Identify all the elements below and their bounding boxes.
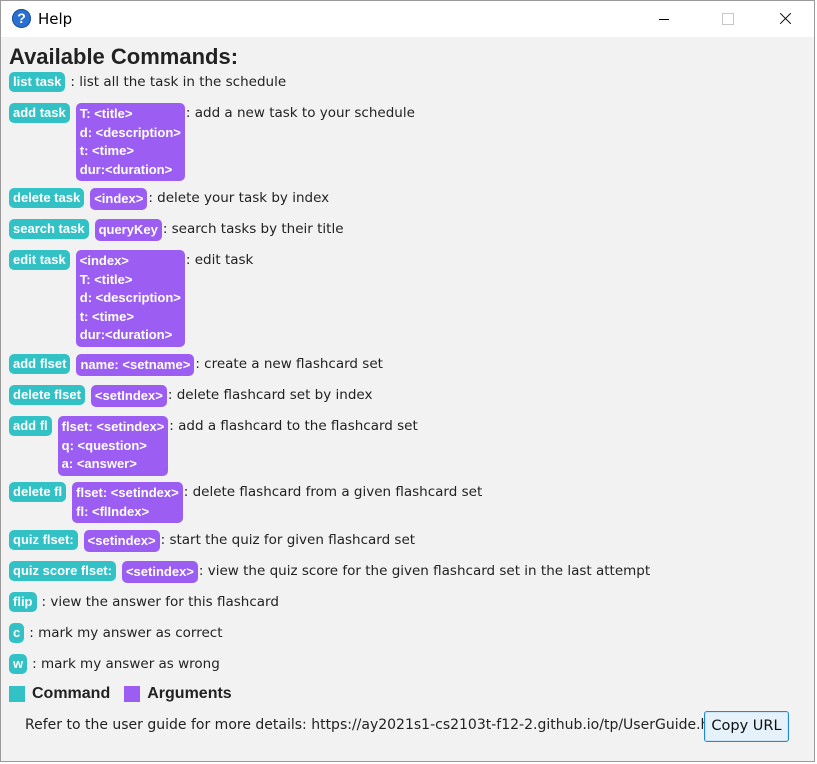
argument-line: fl: <flIndex> — [76, 503, 150, 519]
help-app-icon: ? — [12, 9, 31, 28]
legend-command-label: Command — [32, 685, 111, 702]
arguments-badge: <index> T: <title> d: <description> t: <… — [75, 250, 185, 347]
arguments-badge: flset: <setindex> fl: <flIndex> — [72, 482, 183, 523]
legend-arguments-label: Arguments — [147, 685, 232, 702]
command-row-w: w : mark my answer as wrong — [9, 654, 220, 674]
command-description: : edit task — [185, 252, 254, 268]
command-badge: delete task — [9, 188, 85, 208]
command-swatch — [9, 686, 25, 702]
command-badge: add flset — [9, 354, 71, 374]
arguments-badge: name: <setname> — [76, 354, 195, 376]
command-row-search-task: search task queryKey : search tasks by t… — [9, 219, 344, 241]
command-badge: edit task — [9, 250, 70, 270]
command-badge: delete fl — [9, 482, 67, 502]
command-description: : list all the task in the schedule — [70, 74, 287, 90]
argument-line: T: <title> — [79, 106, 133, 121]
argument-line: d: <description> — [79, 290, 181, 305]
close-icon[interactable] — [763, 1, 809, 37]
command-row-add-fl: add fl flset: <setindex> q: <question> a… — [9, 416, 418, 476]
command-row-delete-flset: delete flset <setIndex> : delete flashca… — [9, 385, 372, 407]
command-description: : search tasks by their title — [162, 221, 344, 237]
argument-line: T: <title> — [79, 271, 133, 287]
command-badge: flip — [9, 592, 37, 612]
command-badge: quiz flset: — [9, 530, 78, 550]
command-badge: quiz score flset: — [9, 561, 116, 581]
command-row-c: c : mark my answer as correct — [9, 623, 223, 643]
command-badge: list task — [9, 72, 66, 92]
argument-line: t: <time> — [79, 308, 134, 324]
command-description: : mark my answer as wrong — [32, 656, 220, 672]
arguments-badge: T: <title> d: <description> t: <time> du… — [75, 103, 185, 181]
command-description: : delete your task by index — [148, 190, 330, 206]
command-description: : create a new flashcard set — [195, 356, 383, 372]
user-guide-text: Refer to the user guide for more details… — [25, 717, 733, 733]
arguments-badge: <setindex> — [121, 561, 198, 583]
command-description: : view the quiz score for the given flas… — [198, 563, 651, 579]
arguments-badge: <setindex> — [83, 530, 160, 552]
argument-line: dur:<duration> — [79, 161, 173, 177]
command-description: : add a flashcard to the flashcard set — [169, 418, 418, 434]
title-bar[interactable]: ? Help — [1, 1, 814, 37]
legend: Command Arguments — [9, 685, 232, 703]
page-title: Available Commands: — [9, 44, 239, 69]
minimize-icon[interactable] — [641, 1, 687, 37]
command-badge: add fl — [9, 416, 52, 436]
argument-line: dur:<duration> — [79, 327, 173, 342]
command-row-quiz-score-flset: quiz score flset: <setindex> : view the … — [9, 561, 650, 583]
command-row-add-task: add task T: <title> d: <description> t: … — [9, 103, 415, 181]
arguments-badge: <setIndex> — [90, 385, 167, 407]
arguments-badge: queryKey — [94, 219, 162, 241]
command-description: : view the answer for this flashcard — [41, 594, 279, 610]
argument-line: flset: <setindex> — [61, 419, 165, 434]
command-row-delete-fl: delete fl flset: <setindex> fl: <flIndex… — [9, 482, 482, 523]
command-row-flip: flip : view the answer for this flashcar… — [9, 592, 279, 612]
command-row-delete-task: delete task <index> : delete your task b… — [9, 188, 329, 210]
copy-url-button[interactable]: Copy URL — [704, 711, 789, 742]
command-badge: w — [9, 654, 28, 674]
command-row-list-task: list task : list all the task in the sch… — [9, 72, 286, 92]
help-window: ? Help Available Commands: list task : l… — [0, 0, 815, 762]
command-badge: delete flset — [9, 385, 85, 405]
argument-line: a: <answer> — [61, 456, 137, 471]
argument-line: flset: <setindex> — [76, 485, 179, 500]
argument-line: <index> — [79, 253, 129, 268]
command-description: : delete flashcard from a given flashcar… — [183, 484, 483, 500]
argument-line: q: <question> — [61, 437, 147, 453]
command-description: : start the quiz for given flashcard set — [160, 532, 416, 548]
argument-line: d: <description> — [79, 124, 181, 140]
arguments-badge: flset: <setindex> q: <question> a: <answ… — [57, 416, 169, 476]
command-badge: c — [9, 623, 25, 643]
command-badge: search task — [9, 219, 89, 239]
argument-line: t: <time> — [79, 143, 134, 158]
arguments-swatch — [124, 686, 141, 702]
command-row-edit-task: edit task <index> T: <title> d: <descrip… — [9, 250, 253, 347]
command-badge: add task — [9, 103, 70, 123]
command-description: : add a new task to your schedule — [185, 105, 415, 121]
command-description: : mark my answer as correct — [29, 625, 223, 641]
maximize-icon[interactable] — [704, 1, 750, 37]
command-description: : delete flashcard set by index — [167, 387, 373, 403]
window-title: Help — [38, 10, 73, 28]
arguments-badge: <index> — [90, 188, 148, 210]
command-row-add-flset: add flset name: <setname> : create a new… — [9, 354, 383, 376]
command-row-quiz-flset: quiz flset: <setindex> : start the quiz … — [9, 530, 415, 552]
